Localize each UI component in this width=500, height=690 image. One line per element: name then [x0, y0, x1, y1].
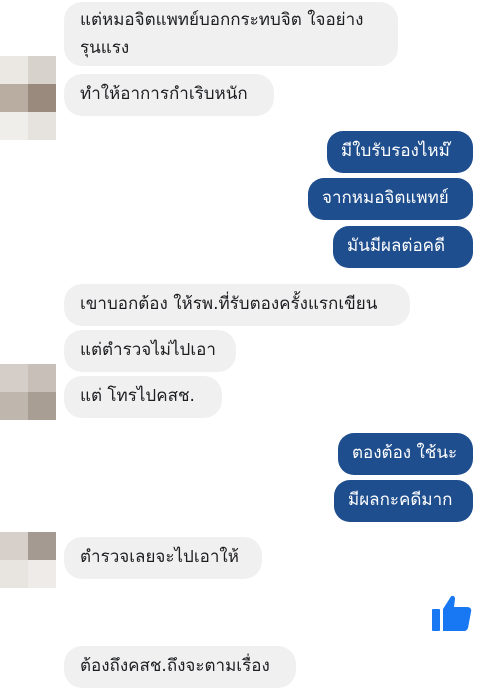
message-outgoing: มีผลกะคดีมาก: [334, 480, 473, 522]
message-text: แต่หมอจิตแพทย์บอกกระทบจิต ใจอย่าง: [80, 10, 364, 30]
message-text: มีผลกะคดีมาก: [348, 490, 453, 510]
message-incoming: เขาบอกต้อง ให้รพ.ที่รับตองครั้งแรกเขียน: [64, 284, 410, 326]
message-incoming: แต่หมอจิตแพทย์บอกกระทบจิต ใจอย่าง รุนแรง: [64, 2, 398, 66]
message-outgoing: จากหมอจิตแพทย์: [308, 178, 473, 220]
message-text: ต้องถึงคสช.ถึงจะตามเรื่อง: [80, 656, 270, 676]
message-text: มีใบรับรองไหม๊: [341, 141, 450, 161]
message-incoming: ตำรวจเลยจะไปเอาให้: [64, 537, 262, 579]
thumbs-up-icon: [432, 595, 472, 631]
message-incoming: แต่ โทรไปคสช.: [64, 376, 222, 418]
message-outgoing: มีใบรับรองไหม๊: [327, 131, 473, 173]
message-text: แต่ โทรไปคสช.: [80, 386, 195, 406]
message-text: รุนแรง: [80, 38, 130, 58]
avatar: [0, 364, 56, 448]
message-outgoing: ตองต้อง ใช้นะ: [338, 433, 473, 475]
message-text: ทำให้อาการกำเริบหนัก: [80, 84, 248, 104]
message-text: ตำรวจเลยจะไปเอาให้: [80, 547, 239, 567]
message-text: แต่ตำรวจไม่ไปเอา: [80, 340, 216, 360]
avatar: [0, 56, 56, 140]
message-incoming: แต่ตำรวจไม่ไปเอา: [64, 330, 236, 372]
message-text: จากหมอจิตแพทย์: [322, 188, 449, 208]
message-incoming: ทำให้อาการกำเริบหนัก: [64, 74, 274, 116]
message-text: เขาบอกต้อง ให้รพ.ที่รับตองครั้งแรกเขียน: [80, 294, 378, 314]
avatar: [0, 532, 56, 588]
message-outgoing: มันมีผลต่อคดี: [333, 226, 473, 268]
message-text: มันมีผลต่อคดี: [347, 236, 446, 256]
message-text: ตองต้อง ใช้นะ: [352, 443, 458, 463]
message-incoming: ต้องถึงคสช.ถึงจะตามเรื่อง: [64, 646, 296, 688]
